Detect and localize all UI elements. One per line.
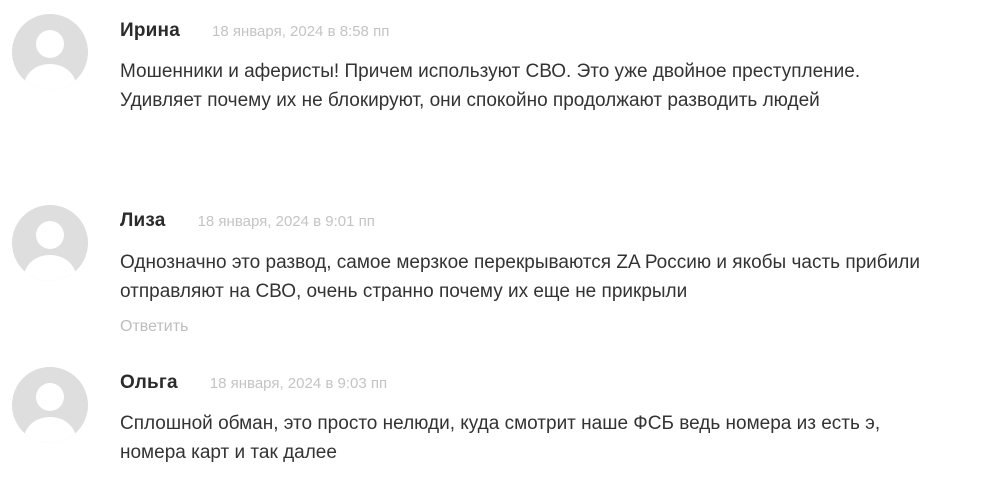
comment-meta: Ольга 18 января, 2024 в 9:03 пп [120,372,387,400]
comment-date[interactable]: 18 января, 2024 в 9:01 пп [198,213,375,230]
user-avatar-icon [12,367,88,443]
comment-text: Однозначно это развод, самое мерзкое пер… [120,252,920,302]
comment-date[interactable]: 18 января, 2024 в 9:03 пп [210,375,387,392]
comment-text: Сплошной обман, это просто нелюди, куда … [120,413,881,463]
comment-author[interactable]: Ирина [120,20,180,42]
comment-author[interactable]: Лиза [120,210,166,232]
user-avatar-icon [12,205,88,281]
comment-date[interactable]: 18 января, 2024 в 8:58 пп [212,23,389,40]
reply-link[interactable]: Ответить [120,318,188,336]
comment-text: Мошенники и аферисты! Причем используют … [120,61,861,111]
user-avatar-icon [12,14,88,90]
comment-meta: Лиза 18 января, 2024 в 9:01 пп [120,210,375,238]
comment-author[interactable]: Ольга [120,372,178,394]
comment-meta: Ирина 18 января, 2024 в 8:58 пп [120,20,389,48]
